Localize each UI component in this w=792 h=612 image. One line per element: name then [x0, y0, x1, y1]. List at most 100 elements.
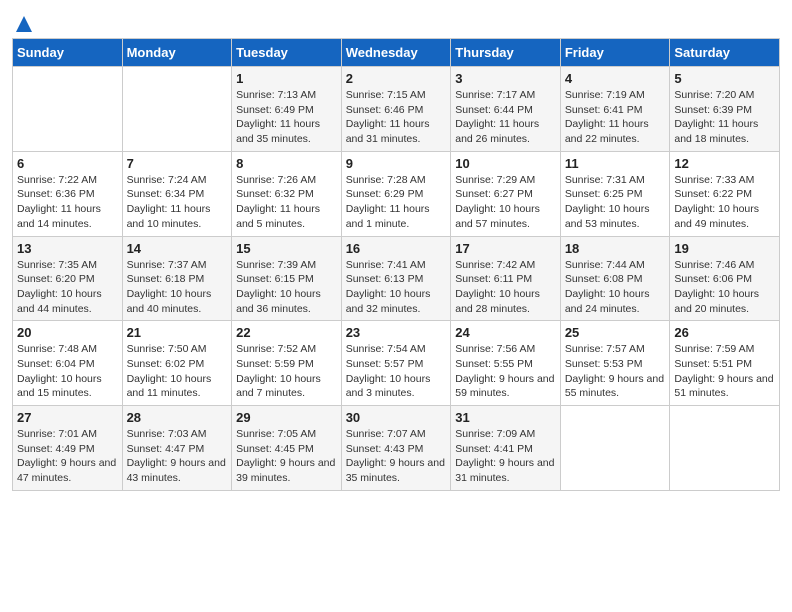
day-info: Sunrise: 7:35 AMSunset: 6:20 PMDaylight:…	[17, 258, 118, 317]
day-header-thursday: Thursday	[451, 39, 561, 67]
day-header-sunday: Sunday	[13, 39, 123, 67]
day-header-saturday: Saturday	[670, 39, 780, 67]
day-number: 4	[565, 71, 666, 86]
day-info: Sunrise: 7:41 AMSunset: 6:13 PMDaylight:…	[346, 258, 447, 317]
day-number: 9	[346, 156, 447, 171]
day-info: Sunrise: 7:03 AMSunset: 4:47 PMDaylight:…	[127, 427, 228, 486]
day-cell: 26 Sunrise: 7:59 AMSunset: 5:51 PMDayligh…	[670, 321, 780, 406]
day-number: 14	[127, 241, 228, 256]
day-cell: 22Sunrise: 7:52 AMSunset: 5:59 PMDayligh…	[232, 321, 342, 406]
day-info: Sunrise: 7:19 AMSunset: 6:41 PMDaylight:…	[565, 88, 666, 147]
day-cell: 24 Sunrise: 7:56 AMSunset: 5:55 PMDayligh…	[451, 321, 561, 406]
day-cell: 14 Sunrise: 7:37 AMSunset: 6:18 PMDayligh…	[122, 236, 232, 321]
day-cell: 3 Sunrise: 7:17 AMSunset: 6:44 PMDaylight…	[451, 67, 561, 152]
day-info: Sunrise: 7:44 AMSunset: 6:08 PMDaylight:…	[565, 258, 666, 317]
week-row-3: 13Sunrise: 7:35 AMSunset: 6:20 PMDayligh…	[13, 236, 780, 321]
day-number: 25	[565, 325, 666, 340]
day-info: Sunrise: 7:50 AMSunset: 6:02 PMDaylight:…	[127, 342, 228, 401]
day-cell: 16 Sunrise: 7:41 AMSunset: 6:13 PMDayligh…	[341, 236, 451, 321]
logo	[12, 10, 34, 30]
day-header-tuesday: Tuesday	[232, 39, 342, 67]
day-number: 27	[17, 410, 118, 425]
day-cell: 12Sunrise: 7:33 AMSunset: 6:22 PMDayligh…	[670, 151, 780, 236]
calendar-table: SundayMondayTuesdayWednesdayThursdayFrid…	[12, 38, 780, 491]
day-cell: 18 Sunrise: 7:44 AMSunset: 6:08 PMDayligh…	[560, 236, 670, 321]
day-cell: 4 Sunrise: 7:19 AMSunset: 6:41 PMDaylight…	[560, 67, 670, 152]
day-cell: 2Sunrise: 7:15 AMSunset: 6:46 PMDaylight…	[341, 67, 451, 152]
day-number: 19	[674, 241, 775, 256]
day-number: 18	[565, 241, 666, 256]
day-cell: 31 Sunrise: 7:09 AMSunset: 4:41 PMDayligh…	[451, 406, 561, 491]
day-info: Sunrise: 7:54 AMSunset: 5:57 PMDaylight:…	[346, 342, 447, 401]
header-row: SundayMondayTuesdayWednesdayThursdayFrid…	[13, 39, 780, 67]
day-header-monday: Monday	[122, 39, 232, 67]
day-cell: 13Sunrise: 7:35 AMSunset: 6:20 PMDayligh…	[13, 236, 123, 321]
day-cell: 8Sunrise: 7:26 AMSunset: 6:32 PMDaylight…	[232, 151, 342, 236]
day-info: Sunrise: 7:29 AMSunset: 6:27 PMDaylight:…	[455, 173, 556, 232]
day-cell: 10 Sunrise: 7:29 AMSunset: 6:27 PMDayligh…	[451, 151, 561, 236]
day-info: Sunrise: 7:24 AMSunset: 6:34 PMDaylight:…	[127, 173, 228, 232]
day-info: Sunrise: 7:37 AMSunset: 6:18 PMDaylight:…	[127, 258, 228, 317]
day-cell: 27 Sunrise: 7:01 AMSunset: 4:49 PMDayligh…	[13, 406, 123, 491]
day-header-friday: Friday	[560, 39, 670, 67]
day-cell	[13, 67, 123, 152]
day-number: 10	[455, 156, 556, 171]
day-header-wednesday: Wednesday	[341, 39, 451, 67]
day-cell: 9 Sunrise: 7:28 AMSunset: 6:29 PMDaylight…	[341, 151, 451, 236]
logo-icon	[14, 14, 34, 34]
day-info: Sunrise: 7:22 AMSunset: 6:36 PMDaylight:…	[17, 173, 118, 232]
day-number: 20	[17, 325, 118, 340]
day-number: 7	[127, 156, 228, 171]
day-number: 22	[236, 325, 337, 340]
day-number: 5	[674, 71, 775, 86]
day-info: Sunrise: 7:56 AMSunset: 5:55 PMDaylight:…	[455, 342, 556, 401]
day-cell: 7 Sunrise: 7:24 AMSunset: 6:34 PMDaylight…	[122, 151, 232, 236]
day-info: Sunrise: 7:57 AMSunset: 5:53 PMDaylight:…	[565, 342, 666, 401]
day-number: 17	[455, 241, 556, 256]
week-row-2: 6 Sunrise: 7:22 AMSunset: 6:36 PMDaylight…	[13, 151, 780, 236]
day-cell: 21 Sunrise: 7:50 AMSunset: 6:02 PMDayligh…	[122, 321, 232, 406]
header	[12, 10, 780, 30]
day-number: 3	[455, 71, 556, 86]
day-number: 28	[127, 410, 228, 425]
day-info: Sunrise: 7:59 AMSunset: 5:51 PMDaylight:…	[674, 342, 775, 401]
day-info: Sunrise: 7:26 AMSunset: 6:32 PMDaylight:…	[236, 173, 337, 232]
day-number: 30	[346, 410, 447, 425]
day-number: 31	[455, 410, 556, 425]
day-number: 1	[236, 71, 337, 86]
day-cell: 5 Sunrise: 7:20 AMSunset: 6:39 PMDaylight…	[670, 67, 780, 152]
day-info: Sunrise: 7:20 AMSunset: 6:39 PMDaylight:…	[674, 88, 775, 147]
day-cell: 28 Sunrise: 7:03 AMSunset: 4:47 PMDayligh…	[122, 406, 232, 491]
day-cell: 6 Sunrise: 7:22 AMSunset: 6:36 PMDaylight…	[13, 151, 123, 236]
calendar-container: SundayMondayTuesdayWednesdayThursdayFrid…	[0, 0, 792, 503]
day-number: 23	[346, 325, 447, 340]
day-info: Sunrise: 7:48 AMSunset: 6:04 PMDaylight:…	[17, 342, 118, 401]
day-info: Sunrise: 7:31 AMSunset: 6:25 PMDaylight:…	[565, 173, 666, 232]
day-info: Sunrise: 7:28 AMSunset: 6:29 PMDaylight:…	[346, 173, 447, 232]
day-number: 16	[346, 241, 447, 256]
day-cell: 23 Sunrise: 7:54 AMSunset: 5:57 PMDayligh…	[341, 321, 451, 406]
day-cell: 30Sunrise: 7:07 AMSunset: 4:43 PMDayligh…	[341, 406, 451, 491]
day-info: Sunrise: 7:05 AMSunset: 4:45 PMDaylight:…	[236, 427, 337, 486]
day-number: 15	[236, 241, 337, 256]
day-number: 11	[565, 156, 666, 171]
day-number: 26	[674, 325, 775, 340]
day-info: Sunrise: 7:09 AMSunset: 4:41 PMDaylight:…	[455, 427, 556, 486]
day-info: Sunrise: 7:39 AMSunset: 6:15 PMDaylight:…	[236, 258, 337, 317]
day-info: Sunrise: 7:33 AMSunset: 6:22 PMDaylight:…	[674, 173, 775, 232]
day-info: Sunrise: 7:15 AMSunset: 6:46 PMDaylight:…	[346, 88, 447, 147]
day-cell: 17Sunrise: 7:42 AMSunset: 6:11 PMDayligh…	[451, 236, 561, 321]
day-number: 24	[455, 325, 556, 340]
day-cell	[670, 406, 780, 491]
day-cell: 19Sunrise: 7:46 AMSunset: 6:06 PMDayligh…	[670, 236, 780, 321]
day-info: Sunrise: 7:13 AMSunset: 6:49 PMDaylight:…	[236, 88, 337, 147]
day-info: Sunrise: 7:17 AMSunset: 6:44 PMDaylight:…	[455, 88, 556, 147]
day-info: Sunrise: 7:01 AMSunset: 4:49 PMDaylight:…	[17, 427, 118, 486]
week-row-5: 27 Sunrise: 7:01 AMSunset: 4:49 PMDayligh…	[13, 406, 780, 491]
day-cell: 15 Sunrise: 7:39 AMSunset: 6:15 PMDayligh…	[232, 236, 342, 321]
day-number: 21	[127, 325, 228, 340]
week-row-1: 1 Sunrise: 7:13 AMSunset: 6:49 PMDaylight…	[13, 67, 780, 152]
day-number: 6	[17, 156, 118, 171]
day-cell: 25 Sunrise: 7:57 AMSunset: 5:53 PMDayligh…	[560, 321, 670, 406]
day-cell	[560, 406, 670, 491]
